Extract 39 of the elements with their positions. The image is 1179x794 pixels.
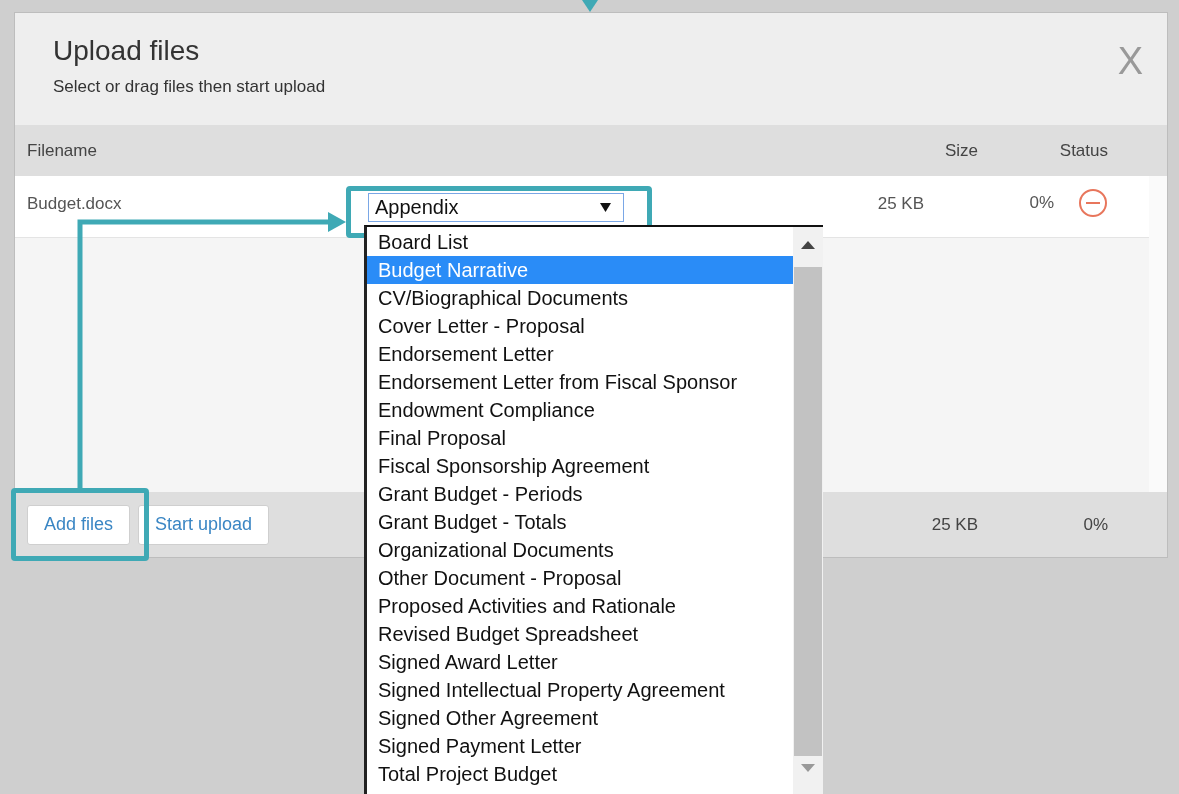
category-select[interactable]: Appendix <box>368 193 624 222</box>
dropdown-option[interactable]: CV/Biographical Documents <box>367 284 793 312</box>
scrollbar[interactable] <box>793 227 823 794</box>
file-size: 25 KB <box>876 194 924 214</box>
dropdown-option[interactable]: Endorsement Letter <box>367 340 793 368</box>
dropdown-option[interactable]: Signed Intellectual Property Agreement <box>367 676 793 704</box>
scroll-down-icon[interactable] <box>801 764 815 772</box>
dropdown-option[interactable]: Fiscal Sponsorship Agreement <box>367 452 793 480</box>
dropdown-option[interactable]: Other Document - Proposal <box>367 564 793 592</box>
dropdown-option[interactable]: Endowment Compliance <box>367 396 793 424</box>
dropdown-option[interactable]: Signed Payment Letter <box>367 732 793 760</box>
scroll-up-icon[interactable] <box>801 241 815 249</box>
dropdown-option[interactable]: Revised Budget Spreadsheet <box>367 620 793 648</box>
remove-icon[interactable] <box>1078 188 1108 218</box>
dropdown-option[interactable]: Signed Other Agreement <box>367 704 793 732</box>
total-size: 25 KB <box>930 514 978 535</box>
dropdown-option[interactable]: Final Proposal <box>367 424 793 452</box>
dropdown-option[interactable]: Grant Budget - Periods <box>367 480 793 508</box>
dropdown-option[interactable]: Board List <box>367 228 793 256</box>
total-status-text: 0% <box>1082 514 1108 535</box>
column-header: Size <box>943 140 978 161</box>
dropdown-option[interactable]: Cover Letter - Proposal <box>367 312 793 340</box>
column-header: Status <box>1058 140 1108 161</box>
dropdown-option[interactable]: Signed Award Letter <box>367 648 793 676</box>
status-text: 0% <box>1029 193 1054 213</box>
column-header: Filename <box>27 140 98 161</box>
dropdown-option[interactable]: Total Project Budget <box>367 760 793 788</box>
dropdown-option[interactable]: Organizational Documents <box>367 536 793 564</box>
dialog-title: Upload files <box>53 35 201 67</box>
dropdown-option[interactable]: Proposed Activities and Rationale <box>367 592 793 620</box>
dialog-subtitle: Select or drag files then start upload <box>53 77 326 97</box>
caret-icon <box>600 203 611 212</box>
footer-button[interactable]: Add files <box>27 504 131 545</box>
file-name: Budget.docx <box>27 194 123 214</box>
pointer-arrow-icon <box>582 0 598 12</box>
scrollbar-thumb[interactable] <box>794 267 822 756</box>
dropdown-option[interactable]: Endorsement Letter from Fiscal Sponsor <box>367 368 793 396</box>
footer-button[interactable]: Start upload <box>138 504 270 545</box>
dropdown-option[interactable]: Grant Budget - Totals <box>367 508 793 536</box>
